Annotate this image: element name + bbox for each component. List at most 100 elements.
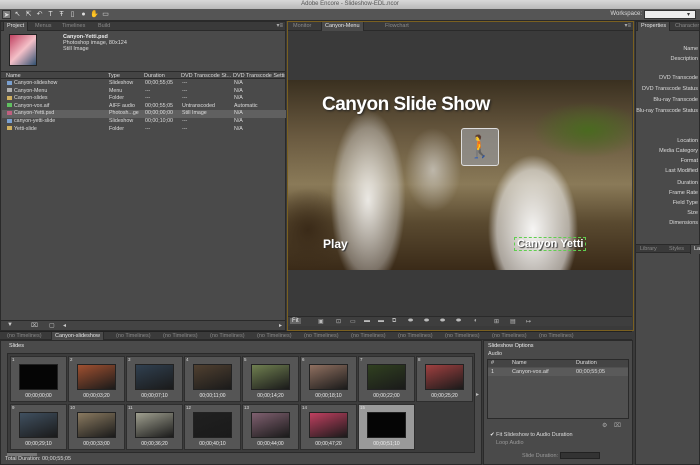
- audio-label: Audio: [488, 351, 503, 357]
- show-selected-icon[interactable]: ▬: [364, 318, 370, 324]
- tab-monitor[interactable]: Monitor: [290, 22, 314, 31]
- col-dvd-status[interactable]: DVD Transcode St...: [181, 72, 233, 80]
- tab-menus[interactable]: Menus: [32, 22, 55, 31]
- project-item-row[interactable]: Canyon-Yetti.psd Photosh...ge 00;00;00;00 S…: [2, 110, 286, 118]
- scroll-right-icon[interactable]: ▸: [279, 322, 282, 329]
- slide-thumbnail[interactable]: 13 00;00;44;00: [242, 404, 299, 450]
- slide-duration: 00;00;22;00: [373, 393, 400, 399]
- slide-thumbnail[interactable]: 5 00;00;14;20: [242, 356, 299, 402]
- direct-select-tool-icon[interactable]: ↖: [13, 10, 22, 19]
- menu-title-text[interactable]: Canyon Slide Show: [322, 94, 490, 116]
- audio-row[interactable]: 1 Canyon-vox.aif 00;00;55;05: [488, 368, 628, 376]
- slide-thumbnail[interactable]: 10 00;00;33;00: [68, 404, 125, 450]
- slide-thumbnail[interactable]: 8 00;00;25;20: [416, 356, 473, 402]
- tab-styles[interactable]: Styles: [666, 245, 687, 254]
- panel-menu-icon[interactable]: ▾≡: [624, 22, 631, 31]
- item-type-icon: [7, 110, 12, 115]
- project-item-row[interactable]: canyon-yetti-slide Slideshow 00;00;10;00 --…: [2, 118, 286, 126]
- tab-canyon-menu[interactable]: Canyon-Menu: [321, 22, 364, 31]
- safe-area-icon[interactable]: ▣: [318, 318, 324, 325]
- project-bottom-toolbar: ▼ ⌧ ▢ ◂ ▸: [1, 320, 285, 330]
- slide-thumbnail[interactable]: 12 00;00;40;10: [184, 404, 241, 450]
- project-item-row[interactable]: Yetti-slide Folder --- --- N/A: [2, 126, 286, 134]
- project-item-row[interactable]: Canyon-vox.aif AIFF audio 00;00;55;05 Untra…: [2, 103, 286, 111]
- slide-thumbnail[interactable]: 14 00;00;47;20: [300, 404, 357, 450]
- slide-thumbnail[interactable]: 3 00;00;07;10: [126, 356, 183, 402]
- col-duration[interactable]: Duration: [144, 72, 180, 80]
- align-center-icon[interactable]: ⬬: [424, 318, 429, 325]
- slideshow-options-title: Slideshow Options: [488, 343, 534, 349]
- slide-thumbnail[interactable]: 1 00;00;00;00: [10, 356, 67, 402]
- tab-character[interactable]: Character: [672, 22, 700, 31]
- tab-timelines[interactable]: Timelines: [59, 22, 88, 31]
- trash-icon[interactable]: ⌧: [31, 322, 38, 329]
- project-item-status: ---: [182, 118, 188, 124]
- distribute-icon[interactable]: ⬬: [456, 318, 461, 325]
- slide-number: 13: [244, 405, 250, 410]
- preview-tool-icon[interactable]: ▭: [101, 10, 110, 19]
- text-tool-icon[interactable]: T: [46, 10, 55, 19]
- project-item-name: Canyon-Menu: [7, 88, 107, 96]
- project-item-name: Canyon-slides: [7, 95, 107, 103]
- slide-thumbnail[interactable]: 7 00;00;22;00: [358, 356, 415, 402]
- workspace-select[interactable]: ▾: [644, 10, 696, 19]
- project-item-name-text: canyon-yetti-slide: [14, 118, 56, 124]
- timeline-tab-strip: (no Timelines) Canyon-slideshow (no Timeli…: [0, 331, 632, 341]
- scroll-left-icon[interactable]: ◂: [63, 322, 66, 329]
- new-item-icon[interactable]: ▼: [7, 322, 13, 328]
- arrow-tool-icon[interactable]: ➤: [2, 10, 11, 19]
- tab-properties[interactable]: Properties: [637, 22, 671, 31]
- folder-icon[interactable]: ▢: [49, 322, 55, 329]
- tab-build[interactable]: Build: [95, 22, 113, 31]
- zoom-select[interactable]: Fit: [290, 318, 301, 324]
- slide-number: 8: [418, 357, 421, 362]
- scroll-right-icon[interactable]: ▸: [476, 391, 479, 398]
- rotate-tool-icon[interactable]: ↶: [35, 10, 44, 19]
- menu-preview-canvas[interactable]: Canyon Slide Show 🚶 Play Canyon Yetti: [288, 80, 632, 270]
- align-left-icon[interactable]: ⬬: [408, 318, 413, 325]
- slide-thumbnail[interactable]: 9 00;00;29;10: [10, 404, 67, 450]
- yeti-figure-icon[interactable]: 🚶: [461, 128, 499, 166]
- slide-thumbnail[interactable]: 2 00;00;03;20: [68, 356, 125, 402]
- slides-title: Slides: [9, 343, 24, 349]
- tab-project[interactable]: Project: [3, 22, 29, 31]
- slide-thumbnail[interactable]: 15 00;00;51;10: [358, 404, 415, 450]
- col-dvd-settings[interactable]: DVD Transcode Settin: [233, 72, 285, 80]
- project-item-row[interactable]: Canyon-Menu Menu --- --- N/A: [2, 88, 286, 96]
- align-right-icon[interactable]: ⬬: [440, 318, 445, 325]
- project-item-type: Slideshow: [109, 118, 134, 124]
- hand-tool-icon[interactable]: ✋: [90, 10, 99, 19]
- slides-panel: Slides 1 00;00;00;00 2 00;00;03;20 3 00;00;07…: [0, 340, 482, 465]
- build-icon[interactable]: ▤: [510, 318, 516, 325]
- play-menu-button[interactable]: Play: [323, 237, 348, 251]
- project-item-row[interactable]: Canyon-slides Folder --- --- N/A: [2, 95, 286, 103]
- routing-icon[interactable]: ↦: [526, 318, 531, 325]
- slide-thumbnail[interactable]: 4 00;00;11;00: [184, 356, 241, 402]
- tab-library[interactable]: Library: [637, 245, 660, 254]
- project-item-duration: 00;00;55;05: [145, 80, 173, 86]
- slide-duration-field[interactable]: [560, 452, 600, 459]
- col-name[interactable]: Name: [6, 72, 96, 80]
- trash-icon[interactable]: ⌧: [614, 422, 621, 429]
- tab-flowchart[interactable]: Flowchart: [382, 22, 412, 31]
- preview-icon[interactable]: ◐: [474, 318, 478, 324]
- slide-thumbnail[interactable]: 6 00;00;18;10: [300, 356, 357, 402]
- show-normal-icon[interactable]: ▭: [350, 318, 356, 325]
- tab-layers[interactable]: Layers: [690, 245, 700, 254]
- slide-number: 15: [360, 405, 366, 410]
- vertical-text-tool-icon[interactable]: Ŧ: [57, 10, 66, 19]
- move-tool-icon[interactable]: ⇱: [24, 10, 33, 19]
- project-item-row[interactable]: Canyon-slideshow Slideshow 00;00;55;05 --- N…: [2, 80, 286, 88]
- edge-tool-icon[interactable]: ▯: [68, 10, 77, 19]
- slide-thumbnail[interactable]: 11 00;00;36;20: [126, 404, 183, 450]
- settings-icon[interactable]: ⚙: [602, 422, 607, 429]
- fit-to-audio-checkbox[interactable]: ✔ Fit Slideshow to Audio Duration: [490, 432, 573, 438]
- button-routing-icon[interactable]: ⊡: [336, 318, 341, 325]
- zoom-tool-icon[interactable]: ●: [79, 10, 88, 19]
- layer-icon[interactable]: ⊞: [494, 318, 499, 325]
- link-icon[interactable]: ⧉: [392, 318, 396, 325]
- col-type[interactable]: Type: [108, 72, 143, 80]
- canyon-yetti-menu-button[interactable]: Canyon Yetti: [514, 237, 587, 251]
- panel-menu-icon[interactable]: ▾≡: [276, 22, 283, 31]
- show-activated-icon[interactable]: ▬: [378, 318, 384, 324]
